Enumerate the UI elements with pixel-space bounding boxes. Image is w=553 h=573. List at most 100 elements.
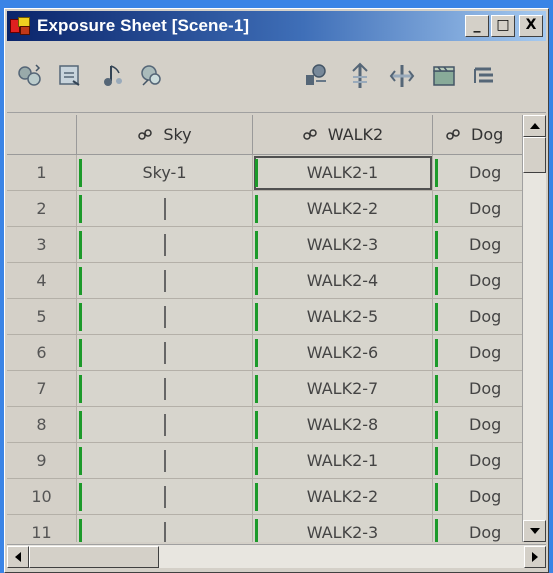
cell-value: Dog (469, 487, 502, 506)
frame-header (7, 115, 77, 155)
exposure-bar (255, 195, 258, 223)
scroll-up-button[interactable] (523, 115, 546, 137)
column-header-dog[interactable]: Dog (433, 115, 524, 155)
hold-line (163, 449, 166, 472)
exposure-cell[interactable]: Sky-1 (77, 155, 253, 191)
insert-icon[interactable] (299, 59, 333, 93)
exposure-cell[interactable]: Dog (433, 407, 524, 443)
exposure-cell[interactable] (77, 479, 253, 515)
cell-value: WALK2-7 (306, 379, 379, 398)
exposure-cell[interactable] (77, 515, 253, 542)
clapper-icon[interactable] (427, 59, 461, 93)
window-title: Exposure Sheet [Scene-1] (37, 16, 250, 35)
horizontal-scrollbar[interactable] (7, 544, 546, 568)
exposure-cell[interactable]: Dog (433, 263, 524, 299)
cell-value: Dog (469, 163, 502, 182)
cell-value: WALK2-6 (306, 343, 379, 362)
exposure-bar (435, 303, 438, 331)
column-add-icon[interactable] (135, 59, 169, 93)
menu-icon[interactable] (467, 59, 501, 93)
exposure-cell[interactable]: WALK2-3 (253, 227, 433, 263)
table-row: 2 WALK2-2 Dog (7, 191, 524, 227)
hold-line (163, 485, 166, 508)
increase-icon[interactable] (343, 59, 377, 93)
frame-number: 9 (7, 443, 77, 479)
cell-value: Dog (469, 523, 502, 542)
exposure-cell[interactable]: WALK2-2 (253, 479, 433, 515)
decrease-icon[interactable] (385, 59, 419, 93)
exposure-cell[interactable] (77, 443, 253, 479)
exposure-cell[interactable] (77, 227, 253, 263)
exposure-cell[interactable]: Dog (433, 191, 524, 227)
exposure-bar (255, 483, 258, 511)
column-header-sky[interactable]: Sky (77, 115, 253, 155)
exposure-cell[interactable]: WALK2-1 (253, 443, 433, 479)
exposure-cell[interactable] (77, 191, 253, 227)
exposure-cell[interactable]: Dog (433, 443, 524, 479)
minimize-button[interactable]: _ (465, 15, 489, 37)
exposure-cell[interactable]: WALK2-3 (253, 515, 433, 542)
exposure-cell[interactable] (77, 407, 253, 443)
exposure-cell[interactable] (77, 335, 253, 371)
exposure-cell[interactable]: Dog (433, 299, 524, 335)
cell-value: Dog (469, 379, 502, 398)
maximize-button[interactable]: □ (491, 15, 515, 37)
scroll-right-button[interactable] (524, 546, 546, 568)
close-button[interactable]: X (519, 15, 543, 37)
hold-line (163, 413, 166, 436)
cell-value: Dog (469, 271, 502, 290)
exposure-cell[interactable]: WALK2-2 (253, 191, 433, 227)
title-bar[interactable]: Exposure Sheet [Scene-1] _ □ X (7, 11, 546, 41)
table-row: 6 WALK2-6 Dog (7, 335, 524, 371)
sound-icon[interactable] (95, 59, 129, 93)
hold-line (163, 341, 166, 364)
exposure-cell[interactable]: WALK2-8 (253, 407, 433, 443)
exposure-cell[interactable]: WALK2-5 (253, 299, 433, 335)
exposure-cell[interactable]: WALK2-1 (253, 155, 433, 191)
cell-value: WALK2-4 (306, 271, 379, 290)
exposure-cell[interactable]: WALK2-6 (253, 335, 433, 371)
hold-line (163, 305, 166, 328)
column-header-walk2[interactable]: WALK2 (253, 115, 433, 155)
exposure-cell[interactable]: WALK2-7 (253, 371, 433, 407)
exposure-bar (79, 231, 82, 259)
frame-number: 7 (7, 371, 77, 407)
cell-value: Sky-1 (142, 163, 187, 182)
exposure-cell[interactable]: Dog (433, 479, 524, 515)
frame-number: 11 (7, 515, 77, 542)
exposure-bar (79, 267, 82, 295)
exposure-sheet-window: Exposure Sheet [Scene-1] _ □ X Sky WALK2… (4, 8, 549, 573)
exposure-cell[interactable]: Dog (433, 371, 524, 407)
table-row: 9 WALK2-1 Dog (7, 443, 524, 479)
exposure-cell[interactable]: Dog (433, 227, 524, 263)
toolbar (7, 43, 546, 113)
exposure-bar (255, 411, 258, 439)
exposure-cell[interactable]: Dog (433, 515, 524, 542)
export-icon[interactable] (53, 59, 87, 93)
exposure-bar (255, 447, 258, 475)
exposure-cell[interactable] (77, 299, 253, 335)
exposure-bar (435, 159, 438, 187)
drawing-column-icon (446, 128, 460, 140)
exposure-cell[interactable] (77, 371, 253, 407)
exposure-bar (255, 375, 258, 403)
exposure-cell[interactable]: Dog (433, 155, 524, 191)
add-column-icon[interactable] (13, 59, 47, 93)
scroll-thumb-horizontal[interactable] (29, 546, 159, 568)
cell-value: WALK2-1 (306, 163, 379, 182)
table-row: 10 WALK2-2 Dog (7, 479, 524, 515)
cell-value: WALK2-5 (306, 307, 379, 326)
exposure-cell[interactable]: WALK2-4 (253, 263, 433, 299)
exposure-bar (79, 339, 82, 367)
frame-number: 2 (7, 191, 77, 227)
cell-value: WALK2-2 (306, 199, 379, 218)
cell-value: WALK2-3 (306, 235, 379, 254)
exposure-cell[interactable] (77, 263, 253, 299)
scroll-thumb[interactable] (523, 137, 546, 173)
drawing-column-icon (303, 128, 317, 140)
table-row: 8 WALK2-8 Dog (7, 407, 524, 443)
scroll-left-button[interactable] (7, 546, 29, 568)
exposure-cell[interactable]: Dog (433, 335, 524, 371)
vertical-scrollbar[interactable] (522, 115, 546, 542)
scroll-down-button[interactable] (523, 520, 546, 542)
